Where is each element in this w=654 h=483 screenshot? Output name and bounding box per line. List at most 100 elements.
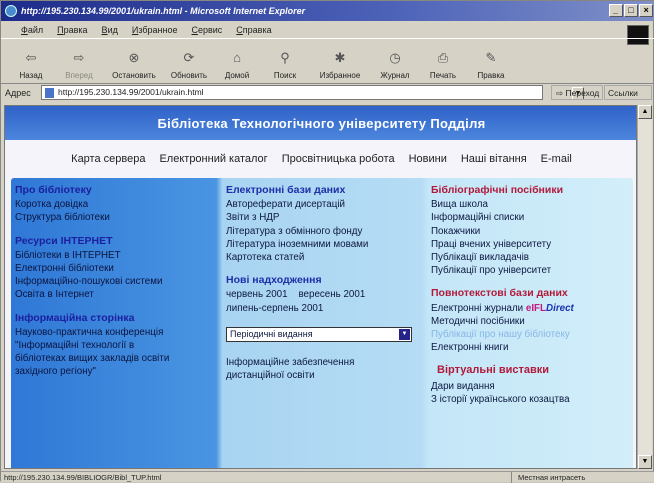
link-education[interactable]: Освіта в Інтернет: [15, 288, 223, 301]
conference-title-line2[interactable]: бібліотеках вищих закладів освіти: [15, 352, 223, 365]
toolbar-button-print[interactable]: ⎙ Печать: [419, 41, 467, 83]
site-banner: Бібліотека Технологічного університету П…: [5, 106, 636, 140]
toolbar-button-home[interactable]: ⌂ Домой: [213, 41, 261, 83]
link-foreign-literature[interactable]: Література іноземними мовами: [226, 238, 424, 251]
periodicals-select[interactable]: Періодичні видання ▼: [226, 326, 412, 342]
conference-title-line3[interactable]: західного регіону": [15, 365, 223, 378]
toolbar-label: Правка: [477, 71, 505, 80]
link-reports[interactable]: Звіти з НДР: [226, 211, 424, 224]
link-short-info[interactable]: Коротка довідка: [15, 198, 223, 211]
window-controls: _ □ ×: [609, 4, 653, 17]
nav-greetings[interactable]: Наші вітання: [461, 153, 527, 165]
toolbar-button-refresh[interactable]: ⟳ Обновить: [165, 41, 213, 83]
toolbar-label: Избранное: [319, 71, 361, 80]
link-distance-support-line2[interactable]: дистанційної освіти: [226, 369, 424, 382]
link-higher-school[interactable]: Вища школа: [431, 198, 629, 211]
toolbar-button-history[interactable]: ◷ Журнал: [371, 41, 419, 83]
toolbar-button-favorites[interactable]: ✱ Избранное: [309, 41, 371, 83]
back-arrow-icon: ⇦: [25, 50, 37, 65]
history-icon: ◷: [389, 50, 401, 65]
column-bibliography: Бібліографічні посібники Вища школа Інфо…: [431, 184, 629, 406]
eifl-logo: eIFL: [525, 302, 547, 314]
nav-sitemap[interactable]: Карта сервера: [71, 153, 145, 165]
toolbar-button-stop[interactable]: ⊗ Остановить: [103, 41, 165, 83]
toolbar-label: Назад: [19, 71, 43, 80]
menu-tools[interactable]: Сервис: [191, 25, 222, 35]
link-distance-support-line1[interactable]: Інформаційне забезпечення: [226, 356, 424, 369]
column-about: Про бібліотеку Коротка довідка Структура…: [15, 184, 223, 379]
scroll-down-icon[interactable]: ▼: [638, 455, 652, 469]
links-button[interactable]: Ссылки: [604, 85, 652, 100]
menu-edit[interactable]: Правка: [57, 25, 87, 35]
link-e-libraries[interactable]: Електронні бібліотеки: [15, 262, 223, 275]
scroll-up-icon[interactable]: ▲: [638, 105, 652, 119]
link-structure[interactable]: Структура бібліотеки: [15, 211, 223, 224]
page-icon: [45, 88, 54, 98]
heading-e-databases: Електронні бази даних: [226, 184, 346, 196]
go-arrow-icon: ⇨: [556, 88, 564, 98]
link-gift-editions[interactable]: Дари видання: [431, 380, 629, 393]
toolbar-button-forward-arrow[interactable]: ⇨ Вперед: [55, 41, 103, 83]
direct-logo: Direct: [546, 302, 574, 314]
link-info-lists[interactable]: Інформаційні списки: [431, 211, 629, 224]
status-zone: Местная интрасеть: [511, 472, 651, 483]
link-libraries-internet[interactable]: Бібліотеки в ІНТЕРНЕТ: [15, 249, 223, 262]
minimize-button[interactable]: _: [609, 4, 623, 17]
nav-email[interactable]: E-mail: [541, 153, 572, 165]
toolbar-label: Поиск: [273, 71, 297, 80]
status-bar: http://195.230.134.99/BIBLIOGR/Bibl_TUP.…: [1, 471, 654, 483]
column-databases: Електронні бази даних Автореферати дисер…: [226, 184, 424, 382]
link-scientists-works[interactable]: Праці вчених університету: [431, 238, 629, 251]
go-button[interactable]: ⇨ Переход: [551, 85, 603, 100]
link-cossack-history[interactable]: З історії українського козацтва: [431, 393, 629, 406]
nav-news[interactable]: Новини: [409, 153, 447, 165]
address-label: Адрес: [5, 88, 31, 98]
link-e-journals[interactable]: Електронні журнали eIFLDirect: [431, 302, 629, 315]
toolbar-button-back-arrow[interactable]: ⇦ Назад: [7, 41, 55, 83]
content-panel: Про бібліотеку Коротка довідка Структура…: [11, 178, 633, 468]
refresh-icon: ⟳: [183, 50, 195, 65]
link-abstracts[interactable]: Автореферати дисертацій: [226, 198, 424, 211]
link-conference[interactable]: Науково-практична конференція: [15, 326, 223, 339]
toolbar-label: Журнал: [380, 71, 410, 80]
link-university-publications[interactable]: Публікації про університет: [431, 264, 629, 277]
link-exchange-fund[interactable]: Література з обмінного фонду: [226, 225, 424, 238]
address-input[interactable]: http://195.230.134.99/2001/ukrain.html ▼: [41, 85, 584, 100]
nav-education[interactable]: Просвітницька робота: [282, 153, 395, 165]
heading-virtual-exhibitions: Віртуальні виставки: [437, 364, 550, 377]
heading-new-arrivals: Нові надходження: [226, 274, 322, 287]
menu-view[interactable]: Вид: [102, 25, 118, 35]
close-button[interactable]: ×: [639, 4, 653, 17]
page-viewport: Бібліотека Технологічного університету П…: [4, 105, 637, 469]
search-icon: ⚲: [280, 50, 290, 65]
periodicals-select-value: Періодичні видання: [230, 328, 313, 339]
toolbar-button-search[interactable]: ⚲ Поиск: [261, 41, 309, 83]
link-about-library[interactable]: Публікації про нашу бібліотеку: [431, 328, 629, 341]
vertical-scrollbar[interactable]: ▲ ▼: [637, 105, 652, 469]
ie-logo-icon: [5, 5, 17, 17]
link-indexes[interactable]: Покажчики: [431, 225, 629, 238]
link-teacher-publications[interactable]: Публікації викладачів: [431, 251, 629, 264]
menu-file[interactable]: Файл: [21, 25, 43, 35]
link-e-books[interactable]: Електронні книги: [431, 341, 629, 354]
menu-help[interactable]: Справка: [236, 25, 271, 35]
toolbar-label: Печать: [429, 71, 457, 80]
toolbar-label: Вперед: [65, 71, 93, 80]
heading-fulltext: Повнотекстові бази даних: [431, 287, 568, 300]
link-arrivals-jul-aug[interactable]: липень-серпень 2001: [226, 302, 424, 315]
top-nav: Карта сервера Електронний каталог Просві…: [5, 140, 636, 178]
link-search-systems[interactable]: Інформаційно-пошукові системи: [15, 275, 223, 288]
toolbar-button-edit[interactable]: ✎ Правка: [467, 41, 515, 83]
nav-catalog[interactable]: Електронний каталог: [159, 153, 267, 165]
go-label: Переход: [565, 88, 600, 98]
link-methodical[interactable]: Методичні посібники: [431, 315, 629, 328]
maximize-button[interactable]: □: [624, 4, 638, 17]
forward-arrow-icon: ⇨: [73, 50, 85, 65]
conference-title-line1[interactable]: "Інформаційні технології в: [15, 339, 223, 352]
chevron-down-icon: ▼: [399, 328, 410, 340]
link-articles-index[interactable]: Картотека статей: [226, 251, 424, 264]
heading-about: Про бібліотеку: [15, 184, 92, 196]
link-arrivals-jun-sep[interactable]: червень 2001 вересень 2001: [226, 288, 424, 301]
menu-favorites[interactable]: Избранное: [132, 25, 178, 35]
toolbar-label: Остановить: [112, 71, 156, 80]
